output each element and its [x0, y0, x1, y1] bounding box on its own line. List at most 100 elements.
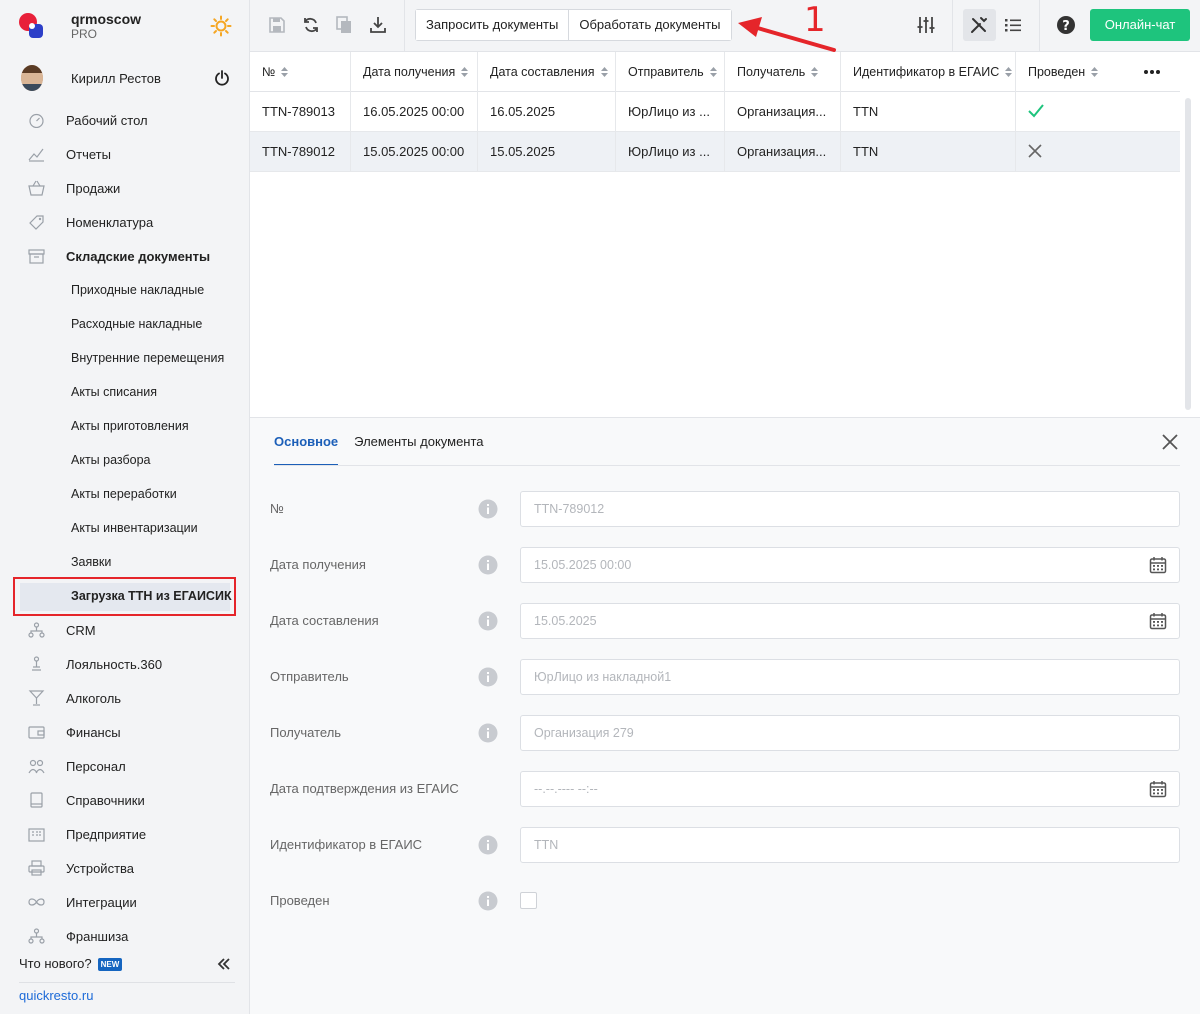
org-name[interactable]: qrmoscow: [71, 11, 141, 27]
site-link[interactable]: quickresto.ru: [19, 988, 93, 1003]
close-icon[interactable]: [1162, 434, 1178, 450]
tab-document-items[interactable]: Элементы документа: [354, 418, 483, 466]
sidebar-item-crm[interactable]: CRM: [0, 613, 249, 647]
column-header-received[interactable]: Дата получения: [351, 52, 478, 92]
power-icon[interactable]: [214, 70, 230, 86]
table-row[interactable]: TTN-789012 15.05.2025 00:00 15.05.2025 Ю…: [250, 132, 1180, 172]
online-chat-button[interactable]: Онлайн-чат: [1090, 9, 1190, 41]
sidebar-subitem-label: Приходные накладные: [71, 283, 205, 297]
more-options-icon[interactable]: [1143, 69, 1161, 75]
egais-confirm-date-input[interactable]: --.--.---- --:--: [520, 771, 1180, 807]
sun-icon[interactable]: [210, 15, 232, 37]
help-icon[interactable]: ?: [1056, 15, 1076, 35]
field-label: Идентификатор в ЕГАИС: [270, 837, 423, 852]
sidebar-item-label: Устройства: [66, 860, 135, 876]
calendar-icon[interactable]: [1149, 556, 1167, 574]
sidebar-item-sales[interactable]: Продажи: [0, 171, 249, 205]
cell-received: 16.05.2025 00:00: [351, 92, 478, 132]
table-scrollbar[interactable]: [1185, 98, 1191, 410]
sidebar-subitem-inventory-acts[interactable]: Акты инвентаризации: [0, 511, 249, 545]
sidebar-subitem-cooking-acts[interactable]: Акты приготовления: [0, 409, 249, 443]
sidebar-item-franchise[interactable]: Франшиза: [0, 919, 249, 953]
process-documents-button[interactable]: Обработать документы: [568, 10, 731, 40]
sidebar-item-dashboard[interactable]: Рабочий стол: [0, 103, 249, 137]
sidebar-item-enterprise[interactable]: Предприятие: [0, 817, 249, 851]
detail-tabs: Основное Элементы документа: [274, 418, 500, 466]
sidebar-subitem-incoming-invoices[interactable]: Приходные накладные: [0, 273, 249, 307]
list-icon[interactable]: [1003, 15, 1023, 35]
sort-icon[interactable]: [1005, 67, 1013, 77]
posted-checkbox[interactable]: [520, 892, 537, 909]
sort-icon[interactable]: [281, 67, 289, 77]
table-row[interactable]: TTN-789013 16.05.2025 00:00 16.05.2025 Ю…: [250, 92, 1180, 132]
sidebar-item-label: Рабочий стол: [66, 112, 148, 128]
document-detail-panel: Основное Элементы документа № TTN-789012…: [250, 417, 1200, 1014]
info-icon[interactable]: [478, 723, 498, 743]
sidebar-item-integrations[interactable]: Интеграции: [0, 885, 249, 919]
user-profile[interactable]: Кирилл Рестов: [0, 60, 249, 96]
number-input[interactable]: TTN-789012: [520, 491, 1180, 527]
request-documents-button[interactable]: Запросить документы: [416, 10, 569, 40]
sidebar-subitem-outgoing-invoices[interactable]: Расходные накладные: [0, 307, 249, 341]
received-date-input[interactable]: 15.05.2025 00:00: [520, 547, 1180, 583]
column-header-sender[interactable]: Отправитель: [616, 52, 725, 92]
sidebar-item-loyalty[interactable]: Лояльность.360: [0, 647, 249, 681]
sort-icon[interactable]: [600, 67, 608, 77]
info-icon[interactable]: [478, 499, 498, 519]
tab-main[interactable]: Основное: [274, 418, 339, 466]
cell-sender: ЮрЛицо из ...: [616, 92, 725, 132]
sidebar-item-directories[interactable]: Справочники: [0, 783, 249, 817]
calendar-icon[interactable]: [1149, 612, 1167, 630]
info-icon[interactable]: [478, 667, 498, 687]
sidebar-subitem-processing-acts[interactable]: Акты переработки: [0, 477, 249, 511]
composed-date-input[interactable]: 15.05.2025: [520, 603, 1180, 639]
calendar-icon[interactable]: [1149, 780, 1167, 798]
sidebar-item-reports[interactable]: Отчеты: [0, 137, 249, 171]
sidebar-item-warehouse-docs[interactable]: Складские документы: [0, 239, 249, 273]
save-icon[interactable]: [267, 15, 287, 35]
column-header-recipient[interactable]: Получатель: [725, 52, 841, 92]
check-icon: [1028, 104, 1044, 118]
column-header-number[interactable]: №: [250, 52, 351, 92]
building-icon: [28, 828, 45, 842]
sidebar-item-label: CRM: [66, 622, 96, 638]
warehouse-icon: [28, 249, 45, 264]
info-icon[interactable]: [478, 835, 498, 855]
column-header-egais-id[interactable]: Идентификатор в ЕГАИС: [841, 52, 1016, 92]
cross-icon: [1028, 144, 1042, 158]
sender-input[interactable]: ЮрЛицо из накладной1: [520, 659, 1180, 695]
sidebar-subitem-writeoff-acts[interactable]: Акты списания: [0, 375, 249, 409]
sidebar-item-finance[interactable]: Финансы: [0, 715, 249, 749]
tools-icon[interactable]: [969, 15, 989, 35]
info-icon[interactable]: [478, 555, 498, 575]
collapse-sidebar-icon[interactable]: [216, 956, 232, 972]
sort-icon[interactable]: [461, 67, 469, 77]
sidebar-subitem-disassembly-acts[interactable]: Акты разбора: [0, 443, 249, 477]
sidebar-item-nomenclature[interactable]: Номенклатура: [0, 205, 249, 239]
sort-icon[interactable]: [811, 67, 819, 77]
whats-new-link[interactable]: Что нового? NEW: [19, 956, 123, 971]
sidebar-subitem-label: Внутренние перемещения: [71, 351, 225, 365]
field-label: Дата составления: [270, 613, 379, 628]
copy-icon[interactable]: [334, 15, 354, 35]
sidebar-subitem-requests[interactable]: Заявки: [0, 545, 249, 579]
filter-sliders-icon[interactable]: [916, 15, 936, 35]
sidebar-item-staff[interactable]: Персонал: [0, 749, 249, 783]
cell-posted: [1016, 92, 1180, 132]
sidebar-subitem-internal-transfers[interactable]: Внутренние перемещения: [0, 341, 249, 375]
sidebar-subitem-label: Акты переработки: [71, 487, 177, 501]
download-icon[interactable]: [368, 15, 388, 35]
info-icon[interactable]: [478, 611, 498, 631]
cell-egais-id: TTN: [841, 132, 1016, 172]
sidebar-item-devices[interactable]: Устройства: [0, 851, 249, 885]
cell-recipient: Организация...: [725, 92, 841, 132]
field-recipient: Получатель Организация 279: [250, 715, 1200, 751]
info-icon[interactable]: [478, 891, 498, 911]
sort-icon[interactable]: [709, 67, 717, 77]
sort-icon[interactable]: [1091, 67, 1099, 77]
recipient-input[interactable]: Организация 279: [520, 715, 1180, 751]
column-header-composed[interactable]: Дата составления: [478, 52, 616, 92]
refresh-icon[interactable]: [301, 15, 321, 35]
sidebar-item-alcohol[interactable]: Алкоголь: [0, 681, 249, 715]
egais-id-input[interactable]: TTN: [520, 827, 1180, 863]
